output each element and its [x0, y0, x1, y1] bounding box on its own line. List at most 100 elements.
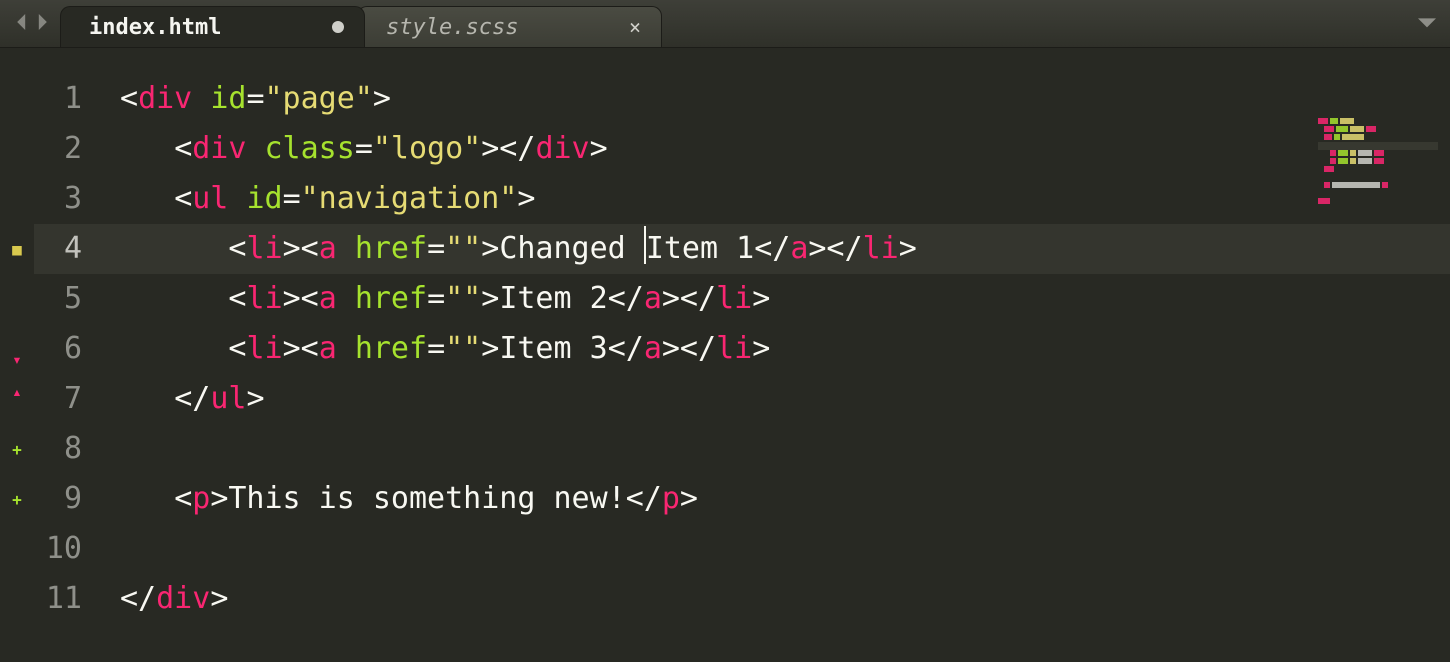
token-p: </ [174, 381, 210, 416]
token-p: < [174, 181, 192, 216]
line-number[interactable]: 1 [34, 74, 96, 124]
token-p: > [590, 131, 608, 166]
token-p: < [120, 81, 138, 116]
editor: ■▾▴++ 1234567891011 <div id="page"> <div… [0, 48, 1450, 662]
tabs-overflow-icon[interactable] [1418, 13, 1436, 35]
token-tg: div [156, 581, 210, 616]
diff-gutter: ■▾▴++ [0, 48, 34, 662]
token-p: </ [608, 281, 644, 316]
token-p: > [481, 231, 499, 266]
code-line[interactable]: <div id="page"> [96, 74, 1450, 124]
diff-marker: + [0, 474, 34, 524]
token-p [228, 181, 246, 216]
diff-marker [0, 74, 34, 124]
line-number[interactable]: 9 [34, 474, 96, 524]
token-p: >< [283, 231, 319, 266]
token-tg: li [716, 331, 752, 366]
token-tg: a [319, 231, 337, 266]
tab-index-html[interactable]: index.html [60, 6, 365, 47]
line-number[interactable]: 2 [34, 124, 96, 174]
token-tg: a [319, 281, 337, 316]
token-tx: Changed [499, 231, 644, 266]
line-number[interactable]: 10 [34, 524, 96, 574]
token-p [246, 131, 264, 166]
token-tg: li [246, 281, 282, 316]
token-tg: ul [192, 181, 228, 216]
token-tg: p [662, 481, 680, 516]
diff-marker: + [0, 424, 34, 474]
line-number[interactable]: 11 [34, 574, 96, 624]
line-number-gutter: 1234567891011 [34, 48, 96, 662]
token-p: </ [608, 331, 644, 366]
dirty-indicator-icon[interactable] [332, 21, 344, 33]
token-tg: a [790, 231, 808, 266]
token-p: > [373, 81, 391, 116]
line-number[interactable]: 3 [34, 174, 96, 224]
token-tg: a [319, 331, 337, 366]
token-st: "" [445, 281, 481, 316]
code-area[interactable]: <div id="page"> <div class="logo"></div>… [96, 48, 1450, 662]
token-p: > [210, 481, 228, 516]
code-line[interactable]: </ul> [96, 374, 1450, 424]
close-tab-icon[interactable]: × [629, 17, 641, 37]
token-p: > [752, 331, 770, 366]
code-line[interactable]: <p>This is something new!</p> [96, 474, 1450, 524]
token-p: > [481, 281, 499, 316]
token-p: </ [626, 481, 662, 516]
token-tg: li [863, 231, 899, 266]
token-p: > [752, 281, 770, 316]
token-p: = [283, 181, 301, 216]
line-number[interactable]: 8 [34, 424, 96, 474]
token-p: < [228, 331, 246, 366]
code-line[interactable]: <div class="logo"></div> [96, 124, 1450, 174]
minimap[interactable] [1318, 118, 1438, 208]
token-p [337, 331, 355, 366]
diff-marker [0, 274, 34, 324]
token-p [337, 231, 355, 266]
token-tg: li [246, 331, 282, 366]
token-tg: ul [210, 381, 246, 416]
diff-marker: ▴ [0, 366, 34, 416]
nav-forward-icon[interactable] [34, 14, 50, 34]
token-at: href [355, 281, 427, 316]
token-p: </ [120, 581, 156, 616]
token-tg: div [138, 81, 192, 116]
token-p: ></ [662, 281, 716, 316]
line-number[interactable]: 7 [34, 374, 96, 424]
token-p: > [246, 381, 264, 416]
token-p: = [427, 331, 445, 366]
token-st: "" [445, 331, 481, 366]
diff-marker [0, 574, 34, 624]
token-tg: a [644, 331, 662, 366]
code-line[interactable] [96, 424, 1450, 474]
token-tx: Item 2 [499, 281, 607, 316]
diff-marker [0, 174, 34, 224]
token-st: "logo" [373, 131, 481, 166]
token-p: > [481, 331, 499, 366]
line-number[interactable]: 4 [34, 224, 96, 274]
token-tg: li [716, 281, 752, 316]
token-p: < [174, 481, 192, 516]
line-number[interactable]: 6 [34, 324, 96, 374]
code-line[interactable]: </div> [96, 574, 1450, 624]
code-line[interactable]: <li><a href="">Item 3</a></li> [96, 324, 1450, 374]
code-line[interactable] [96, 524, 1450, 574]
token-tg: a [644, 281, 662, 316]
token-p: >< [283, 281, 319, 316]
token-p: </ [754, 231, 790, 266]
nav-back-icon[interactable] [14, 14, 30, 34]
token-st: "navigation" [301, 181, 518, 216]
token-p: > [899, 231, 917, 266]
diff-marker: ■ [0, 224, 34, 274]
code-line[interactable]: <li><a href="">Item 2</a></li> [96, 274, 1450, 324]
token-p: ></ [808, 231, 862, 266]
token-p: = [427, 281, 445, 316]
tab-style-scss[interactable]: style.scss × [357, 6, 662, 47]
line-number[interactable]: 5 [34, 274, 96, 324]
token-at: id [246, 181, 282, 216]
code-line[interactable]: <ul id="navigation"> [96, 174, 1450, 224]
token-p: > [210, 581, 228, 616]
token-p: = [427, 231, 445, 266]
token-st: "" [445, 231, 481, 266]
code-line[interactable]: <li><a href="">Changed Item 1</a></li> [96, 224, 1450, 274]
